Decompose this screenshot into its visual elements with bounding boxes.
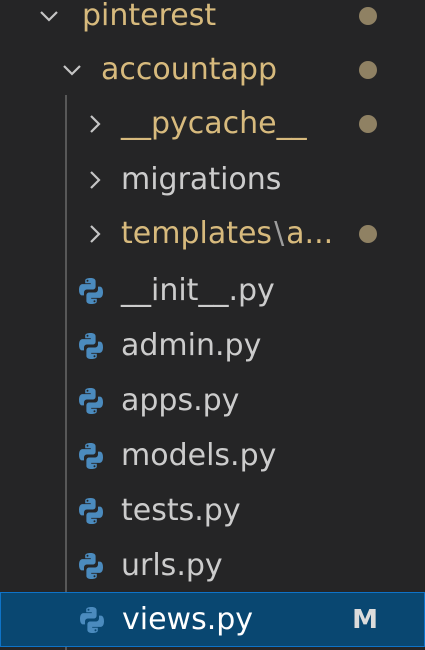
modified-dot-icon: [359, 60, 377, 79]
tree-item-file[interactable]: admin.py: [0, 318, 425, 373]
path-separator: \: [274, 215, 285, 251]
python-icon: [76, 551, 106, 581]
tree-item-label-suffix: a...: [286, 215, 334, 251]
tree-item-pycache[interactable]: __pycache__: [0, 96, 425, 151]
tree-item-label: __init__.py: [121, 272, 275, 308]
tree-item-label: pinterest: [82, 0, 217, 33]
tree-item-label: __pycache__: [121, 105, 307, 141]
tree-item-file[interactable]: urls.py: [0, 538, 425, 593]
chevron-right-icon[interactable]: [84, 169, 106, 191]
chevron-right-icon[interactable]: [84, 113, 106, 135]
tree-item-label: accountapp: [101, 51, 277, 87]
tree-item-templates[interactable]: templates\a...: [0, 206, 425, 261]
git-modified-badge: M: [352, 604, 378, 635]
tree-item-label: apps.py: [121, 382, 240, 418]
tree-item-label: models.py: [121, 437, 277, 473]
tree-item-label: urls.py: [121, 547, 223, 583]
python-icon: [76, 276, 106, 306]
python-icon: [76, 441, 106, 471]
tree-item-compact-label: templates\a...: [121, 215, 334, 251]
chevron-down-icon[interactable]: [61, 59, 83, 81]
modified-dot-icon: [359, 6, 377, 25]
python-icon: [76, 496, 106, 526]
tree-item-migrations[interactable]: migrations: [0, 152, 425, 207]
tree-item-label: views.py: [122, 601, 254, 637]
tree-item-label: templates: [121, 215, 273, 251]
tree-item-label: tests.py: [121, 492, 241, 528]
python-icon: [77, 605, 107, 635]
tree-item-label: migrations: [121, 161, 282, 197]
modified-dot-icon: [359, 114, 377, 133]
tree-item-file[interactable]: models.py: [0, 428, 425, 483]
modified-dot-icon: [359, 224, 377, 243]
tree-item-file[interactable]: __init__.py: [0, 263, 425, 318]
chevron-right-icon[interactable]: [84, 223, 106, 245]
tree-item-file-selected[interactable]: views.py M: [0, 592, 425, 647]
chevron-down-icon[interactable]: [38, 5, 60, 27]
python-icon: [76, 386, 106, 416]
python-icon: [76, 331, 106, 361]
tree-item-label: admin.py: [121, 327, 262, 363]
tree-item-pinterest[interactable]: pinterest: [0, 0, 425, 43]
tree-item-file[interactable]: tests.py: [0, 483, 425, 538]
tree-item-accountapp[interactable]: accountapp: [0, 42, 425, 97]
tree-item-file[interactable]: apps.py: [0, 373, 425, 428]
